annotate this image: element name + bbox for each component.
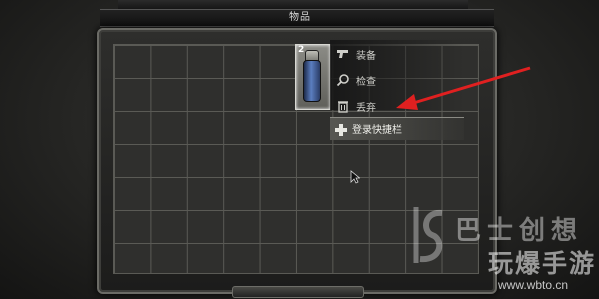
case-handle bbox=[232, 286, 364, 298]
menu-item-equip[interactable]: 装备 bbox=[336, 44, 456, 64]
magnifier-icon bbox=[336, 73, 350, 87]
dpad-icon bbox=[335, 121, 347, 136]
menu-item-label: 丢弃 bbox=[356, 102, 376, 114]
tab-items[interactable]: 物品 bbox=[270, 11, 330, 25]
watermark-logo-icon bbox=[413, 207, 443, 263]
watermark-title: 巴士创想 bbox=[455, 216, 584, 246]
watermark-subtitle: 玩爆手游 bbox=[488, 249, 597, 278]
trash-icon bbox=[336, 99, 350, 113]
item-count: 2 bbox=[298, 45, 305, 55]
grenade-icon bbox=[303, 60, 321, 102]
menu-item-label: 检查 bbox=[356, 76, 376, 88]
watermark-url: www.wbto.cn bbox=[498, 278, 569, 292]
red-arrow-annotation bbox=[396, 66, 531, 110]
submenu-label: 登录快捷栏 bbox=[352, 125, 402, 136]
pistol-icon bbox=[336, 47, 350, 61]
mouse-cursor-icon bbox=[350, 170, 360, 184]
menu-item-label: 装备 bbox=[356, 50, 376, 62]
